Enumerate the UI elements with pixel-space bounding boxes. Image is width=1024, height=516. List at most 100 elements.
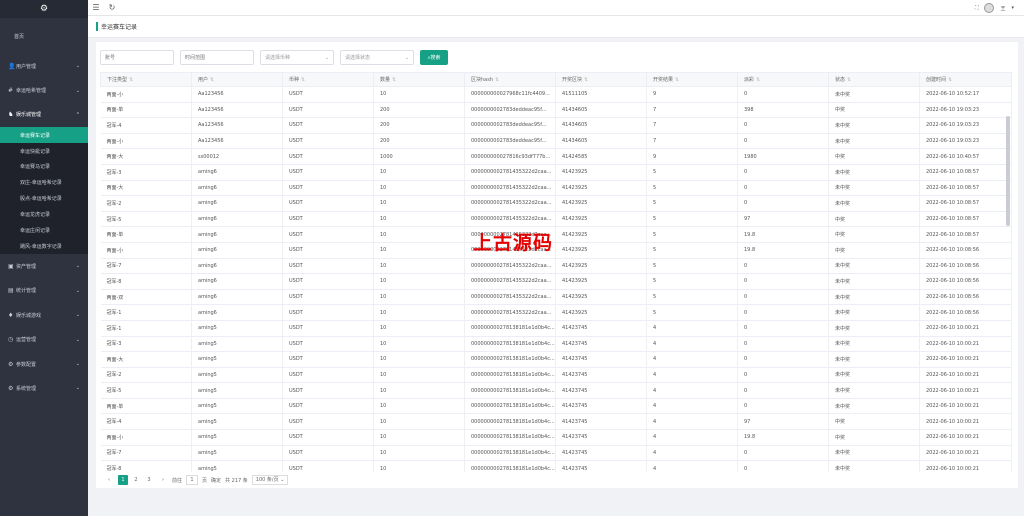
page-button[interactable]: 1 bbox=[118, 475, 128, 485]
sidebar-group-9[interactable]: ⚙ 系统管理 ⌄ bbox=[0, 376, 88, 400]
sort-icon[interactable]: ⇅ bbox=[756, 77, 760, 83]
column-header[interactable]: 下注类型 ⇅ bbox=[100, 72, 192, 87]
table-cell: 0 bbox=[737, 304, 829, 321]
column-header[interactable]: 开奖区块 ⇅ bbox=[555, 72, 647, 87]
sidebar-subitem[interactable]: 飓风-幸运数字记录 bbox=[0, 238, 88, 254]
column-header[interactable]: 开奖结果 ⇅ bbox=[646, 72, 738, 87]
coin-select[interactable]: 请选择币种 ⌄ bbox=[260, 50, 334, 65]
sort-icon[interactable]: ⇅ bbox=[129, 77, 133, 83]
sort-icon[interactable]: ⇅ bbox=[210, 77, 214, 83]
chevron-right-icon: ⌄ bbox=[75, 263, 80, 270]
table-cell: 0000000002781435322d2caa... bbox=[464, 195, 556, 212]
refresh-icon[interactable]: ↻ bbox=[104, 3, 120, 12]
column-header[interactable]: 创建时间 ⇅ bbox=[919, 72, 1012, 87]
table-cell: 41423925 bbox=[555, 273, 647, 290]
sidebar-group-5[interactable]: ▤ 统计管理 ⌄ bbox=[0, 279, 88, 303]
table-cell: 41424585 bbox=[555, 148, 647, 165]
sidebar-subitem[interactable]: 幸运龙虎记录 bbox=[0, 207, 88, 223]
table-row[interactable]: 冠军-7 aming5 USDT 10 000000000278138181e1d0b4… bbox=[100, 445, 1012, 462]
account-input[interactable] bbox=[100, 50, 174, 65]
table-row[interactable]: 两面-单 aming5 USDT 10 000000000278138181e1d0b4… bbox=[100, 398, 1012, 415]
sidebar-subitem[interactable]: 双庄-幸运哈希记录 bbox=[0, 175, 88, 191]
page-list: 123 bbox=[118, 475, 154, 485]
table-row[interactable]: 冠军-4 aming5 USDT 10 000000000278138181e1d0b4… bbox=[100, 413, 1012, 431]
table-row[interactable]: 冠军-1 aming5 USDT 10 000000000278138181e1d0b4… bbox=[100, 320, 1012, 337]
column-header[interactable]: 币种 ⇅ bbox=[282, 72, 374, 87]
sort-icon[interactable]: ⇅ bbox=[495, 77, 499, 83]
table-row[interactable]: 冠军-4 Aa123456 USDT 200 0000000002783deddeac9… bbox=[100, 117, 1012, 134]
avatar[interactable] bbox=[984, 3, 995, 13]
page-size-select[interactable]: 100 条/页 ⌄ bbox=[251, 475, 289, 485]
time-range-input[interactable] bbox=[180, 50, 254, 65]
search-button[interactable]: ⌕搜索 bbox=[420, 50, 448, 65]
table-row[interactable]: 两面-大 ss00012 USDT 1000 000000000027816c93df7… bbox=[100, 148, 1012, 165]
next-page-icon[interactable]: › bbox=[158, 475, 168, 485]
table-row[interactable]: 两面-小 Aa123456 USDT 10 000000000027968c11fc44… bbox=[100, 86, 1012, 103]
table-row[interactable]: 两面-大 aming5 USDT 10 000000000278138181e1d0b4… bbox=[100, 351, 1012, 368]
sidebar-subitem[interactable]: 幸运快艇记录 bbox=[0, 143, 88, 159]
sort-icon[interactable]: ⇅ bbox=[948, 77, 952, 83]
status-select[interactable]: 请选择状态 ⌄ bbox=[340, 50, 414, 65]
table-row[interactable]: 冠军-8 aming5 USDT 10 000000000278138181e1d0b4… bbox=[100, 460, 1012, 472]
sidebar-subitem[interactable]: 幸运庄闲记录 bbox=[0, 223, 88, 239]
logo-icon[interactable]: ⚙ bbox=[0, 0, 88, 18]
table-row[interactable]: 冠军-2 aming6 USDT 10 0000000002781435322d2caa… bbox=[100, 195, 1012, 212]
user-caret-icon[interactable]: ▾ bbox=[1011, 5, 1014, 11]
column-header[interactable]: 区块hash ⇅ bbox=[464, 72, 556, 87]
sidebar-group-7[interactable]: ◷ 运营管理 ⌄ bbox=[0, 327, 88, 351]
goto-page-input[interactable]: 1 bbox=[186, 475, 199, 485]
column-header[interactable]: 数量 ⇅ bbox=[373, 72, 465, 87]
column-header[interactable]: 用户 ⇅ bbox=[191, 72, 283, 87]
table-row[interactable]: 冠军-7 aming6 USDT 10 0000000002781435322d2caa… bbox=[100, 258, 1012, 275]
sidebar-group-2[interactable]: # 幸运哈希管理 ⌄ bbox=[0, 78, 88, 102]
prev-page-icon[interactable]: ‹ bbox=[104, 475, 114, 485]
table-row[interactable]: 冠军-3 aming6 USDT 10 0000000002781435322d2caa… bbox=[100, 164, 1012, 181]
column-header[interactable]: 派彩 ⇅ bbox=[737, 72, 829, 87]
sidebar-group-4[interactable]: ▣ 资产管理 ⌄ bbox=[0, 254, 88, 278]
page-button[interactable]: 2 bbox=[131, 475, 141, 485]
table-row[interactable]: 两面-单 Aa123456 USDT 200 0000000002783deddeac9… bbox=[100, 102, 1012, 119]
table-row[interactable]: 冠军-1 aming6 USDT 10 0000000002781435322d2caa… bbox=[100, 304, 1012, 321]
sidebar-group-1[interactable]: 👤 用户管理 ⌄ bbox=[0, 54, 88, 78]
table-row[interactable]: 冠军-5 aming6 USDT 10 0000000002781435322d2caa… bbox=[100, 211, 1012, 228]
table-cell: aming5 bbox=[191, 398, 283, 415]
table-cell: 2022-06-10 10:00:21 bbox=[919, 413, 1012, 431]
table-row[interactable]: 两面-小 aming5 USDT 10 000000000278138181e1d0b4… bbox=[100, 429, 1012, 446]
table-row[interactable]: 两面-小 Aa123456 USDT 200 0000000002783deddeac9… bbox=[100, 133, 1012, 150]
page-button[interactable]: 3 bbox=[144, 475, 154, 485]
sidebar-group-6[interactable]: ♦ 娱乐城游戏 ⌄ bbox=[0, 303, 88, 327]
menu-toggle-icon[interactable]: ☰ bbox=[88, 3, 104, 12]
table-row[interactable]: 两面-单 aming6 USDT 10 0000000002781435322d2caa… bbox=[100, 226, 1012, 243]
sidebar-item-home[interactable]: 首页 bbox=[0, 18, 88, 54]
column-header[interactable]: 状态 ⇅ bbox=[828, 72, 920, 87]
table-cell: 0 bbox=[737, 86, 829, 103]
column-header-label: 派彩 bbox=[744, 77, 755, 83]
fullscreen-icon[interactable]: ⛶ bbox=[975, 5, 979, 11]
table-row[interactable]: 两面-双 aming6 USDT 10 0000000002781435322d2caa… bbox=[100, 289, 1012, 306]
table-cell: 5 bbox=[646, 289, 738, 306]
sidebar-subitem[interactable]: 幸运赛车记录 bbox=[0, 127, 88, 144]
sidebar-group-8[interactable]: ⚙ 参数配置 ⌄ bbox=[0, 352, 88, 376]
chevron-right-icon: ⌄ bbox=[75, 361, 80, 368]
sort-icon[interactable]: ⇅ bbox=[675, 77, 679, 83]
sidebar-subitem[interactable]: 幸运赛马记录 bbox=[0, 159, 88, 175]
table-row[interactable]: 冠军-8 aming6 USDT 10 0000000002781435322d2caa… bbox=[100, 273, 1012, 290]
table-row[interactable]: 冠军-2 aming5 USDT 10 000000000278138181e1d0b4… bbox=[100, 367, 1012, 384]
sidebar-subitem[interactable]: 骰点-幸运哈希记录 bbox=[0, 191, 88, 207]
table-scrollbar[interactable] bbox=[1006, 116, 1010, 226]
sidebar-group-3[interactable]: ♞ 娱乐城管理 ⌃ bbox=[0, 103, 88, 127]
table-row[interactable]: 两面-大 aming6 USDT 10 0000000002781435322d2caa… bbox=[100, 180, 1012, 197]
user-name[interactable]: 王 bbox=[1000, 5, 1005, 12]
table-row[interactable]: 两面-小 aming6 USDT 10 0000000002781435322d2caa… bbox=[100, 242, 1012, 259]
sort-icon[interactable]: ⇅ bbox=[584, 77, 588, 83]
goto-confirm-button[interactable]: 确定 bbox=[211, 477, 221, 484]
table-cell: aming5 bbox=[191, 429, 283, 446]
chevron-right-icon: ⌄ bbox=[75, 87, 80, 94]
sort-icon[interactable]: ⇅ bbox=[301, 77, 305, 83]
menu-group-icon: ▤ bbox=[8, 287, 14, 295]
table-row[interactable]: 冠军-5 aming5 USDT 10 000000000278138181e1d0b4… bbox=[100, 382, 1012, 399]
sort-icon[interactable]: ⇅ bbox=[392, 77, 396, 83]
menu-group-icon: 👤 bbox=[8, 62, 16, 70]
sort-icon[interactable]: ⇅ bbox=[847, 77, 851, 83]
table-row[interactable]: 冠军-3 aming5 USDT 10 000000000278138181e1d0b4… bbox=[100, 336, 1012, 353]
